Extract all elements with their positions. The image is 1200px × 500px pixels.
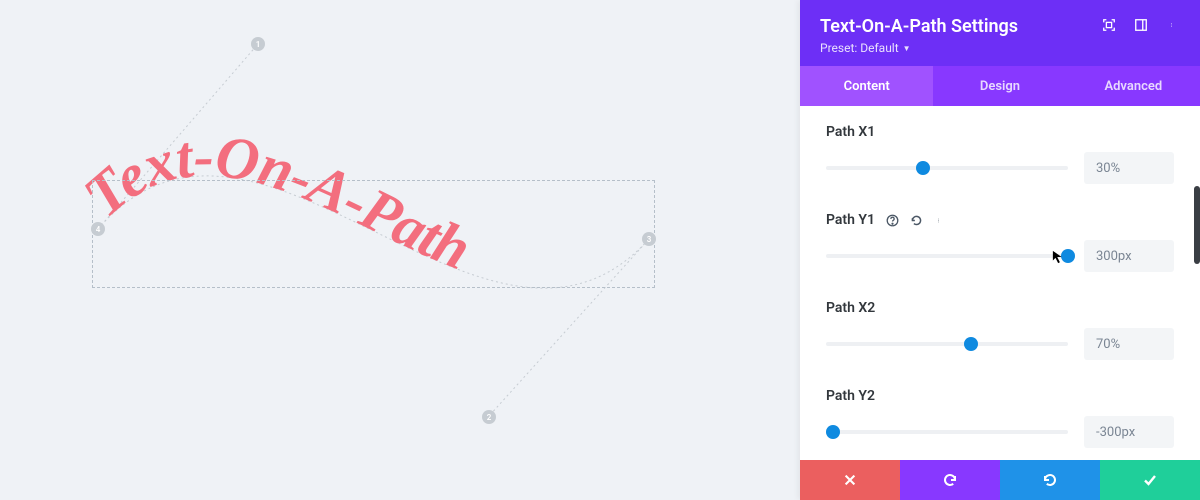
label-path-y1: Path Y1: [826, 212, 875, 228]
input-path-y1[interactable]: 300px: [1084, 240, 1174, 272]
redo-button[interactable]: [1000, 460, 1100, 500]
save-button[interactable]: [1100, 460, 1200, 500]
input-path-y2[interactable]: -300px: [1084, 416, 1174, 448]
label-path-y2: Path Y2: [826, 388, 875, 404]
undo-button[interactable]: [900, 460, 1000, 500]
handle-3[interactable]: 3: [642, 232, 656, 246]
field-path-y1: Path Y1 300px: [826, 212, 1174, 272]
label-path-x2: Path X2: [826, 300, 875, 316]
slider-path-y1[interactable]: [826, 254, 1068, 258]
kebab-icon[interactable]: [1166, 18, 1180, 32]
settings-panel: Text-On-A-Path Settings Preset: Default▼…: [800, 0, 1200, 500]
reset-icon[interactable]: [909, 213, 923, 227]
handle-1[interactable]: 1: [251, 37, 265, 51]
cancel-button[interactable]: [800, 460, 900, 500]
tab-advanced[interactable]: Advanced: [1067, 66, 1200, 106]
tab-design[interactable]: Design: [933, 66, 1066, 106]
field-path-x2: Path X2 70%: [826, 300, 1174, 360]
panel-footer: [800, 460, 1200, 500]
input-path-x2[interactable]: 70%: [1084, 328, 1174, 360]
snap-icon[interactable]: [1134, 18, 1148, 32]
panel-body[interactable]: Path X1 30% Path Y1 300px: [800, 106, 1200, 460]
slider-path-y2[interactable]: [826, 430, 1068, 434]
field-path-x1: Path X1 30%: [826, 124, 1174, 184]
input-path-x1[interactable]: 30%: [1084, 152, 1174, 184]
help-icon[interactable]: [885, 213, 899, 227]
scrollbar-thumb[interactable]: [1194, 186, 1200, 264]
panel-header: Text-On-A-Path Settings Preset: Default▼: [800, 0, 1200, 66]
slider-path-x1[interactable]: [826, 166, 1068, 170]
editor-canvas[interactable]: Text-On-A-Path 1 2 3 4: [0, 0, 800, 500]
tabs: Content Design Advanced: [800, 66, 1200, 106]
expand-icon[interactable]: [1102, 18, 1116, 32]
field-kebab-icon[interactable]: [933, 213, 947, 227]
selection-box[interactable]: [92, 180, 655, 288]
label-path-x1: Path X1: [826, 124, 875, 140]
panel-title: Text-On-A-Path Settings: [820, 16, 1102, 37]
handle-2[interactable]: 2: [482, 410, 496, 424]
preset-dropdown[interactable]: Preset: Default▼: [820, 41, 911, 55]
slider-path-x2[interactable]: [826, 342, 1068, 346]
tab-content[interactable]: Content: [800, 66, 933, 106]
field-path-y2: Path Y2 -300px: [826, 388, 1174, 448]
handle-4[interactable]: 4: [91, 222, 105, 236]
